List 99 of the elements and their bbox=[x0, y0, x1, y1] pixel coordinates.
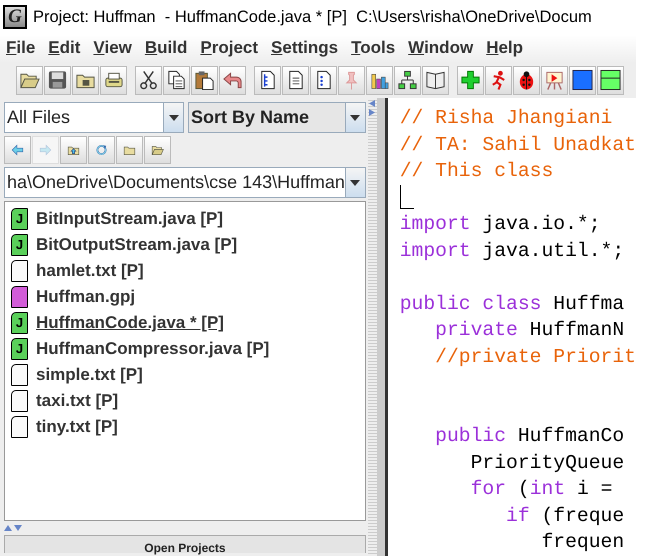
open-folder-button[interactable] bbox=[16, 66, 43, 94]
copy-icon bbox=[166, 69, 187, 91]
code-text: HuffmanCo bbox=[516, 425, 624, 447]
java-file-icon: J bbox=[11, 312, 28, 334]
paste-button[interactable] bbox=[191, 66, 218, 94]
square-icon bbox=[572, 69, 593, 91]
java-file-icon: J bbox=[11, 234, 28, 256]
up-button[interactable] bbox=[60, 136, 87, 164]
filter-dropdown[interactable]: All Files bbox=[4, 102, 184, 133]
code-keyword: int bbox=[530, 478, 566, 500]
window-title: Project: Huffman - HuffmanCode.java * [P] C:\Users\risha\OneDrive\Docum bbox=[33, 6, 592, 28]
code-comment: // TA: Sahil Unadkat bbox=[400, 134, 636, 156]
dropdown-caret-icon bbox=[168, 114, 178, 120]
document-button[interactable] bbox=[310, 66, 337, 94]
code-keyword: for bbox=[470, 478, 506, 500]
file-name[interactable]: HuffmanCompressor.java [P] bbox=[36, 336, 270, 362]
project-file-icon bbox=[11, 286, 28, 308]
code-keyword: import bbox=[400, 213, 471, 235]
menu-item[interactable]: Project bbox=[200, 35, 258, 61]
file-name[interactable]: HuffmanCode.java * [P] bbox=[36, 310, 224, 336]
document-button[interactable] bbox=[282, 66, 309, 94]
undo-arrow-button[interactable] bbox=[219, 66, 246, 94]
running-figure-button[interactable] bbox=[485, 66, 512, 94]
dropdown-caret-icon bbox=[350, 180, 360, 186]
file-name[interactable]: tiny.txt [P] bbox=[36, 414, 118, 440]
open-projects-tab[interactable]: Open Projects bbox=[144, 540, 226, 556]
refresh-button[interactable] bbox=[88, 136, 115, 164]
save-icon bbox=[47, 69, 68, 91]
text-file-icon bbox=[11, 364, 28, 386]
file-name[interactable]: BitInputStream.java [P] bbox=[36, 206, 224, 232]
code-text: frequen bbox=[540, 531, 624, 553]
file-name[interactable]: BitOutputStream.java [P] bbox=[36, 232, 238, 258]
menu-item[interactable]: Settings bbox=[271, 35, 338, 61]
code-text: ( bbox=[516, 478, 530, 500]
open-button[interactable] bbox=[144, 136, 171, 164]
code-text: Huffma bbox=[552, 292, 624, 314]
code-text: java.util.*; bbox=[481, 240, 624, 262]
text-file-icon bbox=[11, 416, 28, 438]
paste-icon bbox=[194, 69, 215, 91]
open-book-button[interactable] bbox=[422, 66, 449, 94]
document-button[interactable] bbox=[254, 66, 281, 94]
folder-button[interactable] bbox=[72, 66, 99, 94]
code-editor[interactable] bbox=[384, 98, 636, 556]
menu-item[interactable]: Tools bbox=[351, 35, 396, 61]
easel-button[interactable] bbox=[541, 66, 568, 94]
path-dropdown[interactable]: ha\OneDrive\Documents\cse 143\Huffman bbox=[4, 167, 366, 198]
menu-item[interactable]: Window bbox=[408, 35, 474, 61]
app-logo-icon: G bbox=[3, 5, 27, 29]
menu-item[interactable]: View bbox=[93, 35, 132, 61]
code-text: HuffmanN bbox=[528, 319, 624, 341]
code-text: java.io.*; bbox=[481, 213, 601, 235]
back-button[interactable] bbox=[4, 136, 31, 164]
expand-up-icon[interactable] bbox=[4, 525, 12, 531]
code-keyword: public bbox=[434, 425, 506, 447]
tree-diagram-icon bbox=[397, 69, 418, 91]
printer-button[interactable] bbox=[100, 66, 127, 94]
code-text: i = bbox=[576, 478, 614, 500]
java-file-icon: J bbox=[11, 208, 28, 230]
code-comment: // This class bbox=[400, 160, 554, 182]
menu-item[interactable]: Build bbox=[144, 35, 188, 61]
splitter-handle[interactable] bbox=[368, 98, 377, 556]
code-keyword: public class bbox=[400, 292, 542, 314]
collapse-left-icon[interactable] bbox=[369, 100, 376, 107]
menu-item[interactable]: Edit bbox=[48, 35, 80, 61]
panes-icon bbox=[600, 69, 621, 91]
tree-diagram-button[interactable] bbox=[394, 66, 421, 94]
collapse-down-icon[interactable] bbox=[14, 525, 22, 531]
plus-button[interactable] bbox=[457, 66, 484, 94]
text-file-icon bbox=[11, 390, 28, 412]
menu-item[interactable]: File bbox=[6, 35, 36, 61]
file-name[interactable]: simple.txt [P] bbox=[36, 362, 143, 388]
code-text: PriorityQueue bbox=[470, 452, 624, 474]
code-comment: // Risha Jhangiani bbox=[400, 107, 612, 129]
text-file-icon bbox=[11, 260, 28, 282]
save-button[interactable] bbox=[44, 66, 71, 94]
sort-dropdown[interactable]: Sort By Name bbox=[188, 102, 366, 133]
copy-button[interactable] bbox=[163, 66, 190, 94]
code-keyword: private bbox=[434, 319, 518, 341]
plus-icon bbox=[460, 69, 481, 91]
display-button[interactable] bbox=[569, 66, 596, 94]
layout-button[interactable] bbox=[597, 66, 624, 94]
code-keyword: if bbox=[505, 504, 530, 526]
open-book-icon bbox=[425, 69, 446, 91]
code-comment: //private Priorit bbox=[434, 346, 636, 368]
java-file-icon: J bbox=[11, 338, 28, 360]
menu-item[interactable]: Help bbox=[486, 35, 524, 61]
code-text: (freque bbox=[540, 504, 624, 526]
scissors-button[interactable] bbox=[135, 66, 162, 94]
file-name[interactable]: hamlet.txt [P] bbox=[36, 258, 144, 284]
easel-icon bbox=[544, 69, 565, 91]
dropdown-caret-icon bbox=[350, 114, 360, 120]
scissors-icon bbox=[138, 69, 159, 91]
ladybug-button[interactable] bbox=[513, 66, 540, 94]
code-keyword: import bbox=[400, 240, 471, 262]
bar-chart-button[interactable] bbox=[366, 66, 393, 94]
file-name[interactable]: Huffman.gpj bbox=[36, 284, 136, 310]
expand-right-icon[interactable] bbox=[369, 109, 376, 116]
file-name[interactable]: taxi.txt [P] bbox=[36, 388, 118, 414]
folder-button[interactable] bbox=[116, 136, 143, 164]
